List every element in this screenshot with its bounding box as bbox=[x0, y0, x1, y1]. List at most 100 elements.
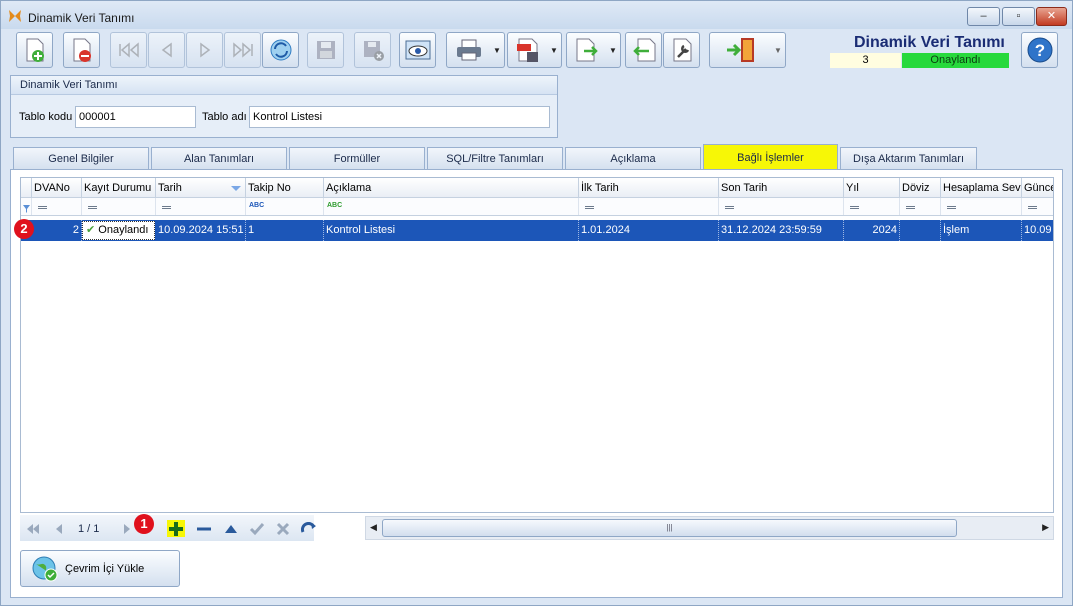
scroll-left-icon[interactable]: ◀ bbox=[370, 522, 377, 533]
table-row[interactable]: 2 ✔ Onaylandı 10.09.2024 15:51 1 Kontrol… bbox=[21, 220, 1053, 241]
cell-tracking-no[interactable]: 1 bbox=[246, 220, 324, 241]
filter-cell[interactable] bbox=[900, 198, 941, 215]
filter-cell[interactable] bbox=[719, 198, 844, 215]
first-record-button[interactable] bbox=[110, 32, 147, 68]
pdf-icon bbox=[516, 38, 538, 62]
column-header[interactable]: Günce bbox=[1022, 178, 1053, 197]
tab-description[interactable]: Açıklama bbox=[565, 147, 701, 169]
help-button[interactable]: ? bbox=[1021, 32, 1058, 68]
column-header-label: Tarih bbox=[158, 182, 182, 194]
table-name-input[interactable]: Kontrol Listesi bbox=[249, 106, 550, 128]
column-header[interactable]: Açıklama bbox=[324, 178, 579, 197]
filter-cell[interactable]: ABC bbox=[246, 198, 324, 215]
prev-icon bbox=[161, 42, 172, 58]
filter-cell[interactable] bbox=[156, 198, 246, 215]
pdf-button[interactable] bbox=[507, 32, 548, 68]
column-header[interactable]: Tarih bbox=[156, 178, 246, 197]
column-header[interactable]: Takip No bbox=[246, 178, 324, 197]
nav-remove-button[interactable] bbox=[195, 520, 213, 537]
globe-icon bbox=[32, 556, 58, 582]
new-record-button[interactable] bbox=[16, 32, 53, 68]
delete-record-button[interactable] bbox=[63, 32, 100, 68]
filter-cell[interactable] bbox=[844, 198, 900, 215]
nav-prev-button[interactable] bbox=[50, 520, 68, 537]
maximize-button[interactable]: ▫ bbox=[1002, 7, 1035, 26]
column-header[interactable]: Yıl bbox=[844, 178, 900, 197]
minus-icon bbox=[197, 527, 211, 530]
cell-currency[interactable] bbox=[900, 220, 941, 241]
tab-general-info[interactable]: Genel Bilgiler bbox=[13, 147, 149, 169]
horizontal-scrollbar[interactable]: ◀ ||| ▶ bbox=[365, 516, 1054, 540]
nav-edit-button[interactable] bbox=[222, 520, 240, 537]
cell-date[interactable]: 10.09.2024 15:51 bbox=[156, 220, 246, 241]
tab-export-definitions[interactable]: Dışa Aktarım Tanımları bbox=[840, 147, 977, 169]
pdf-dropdown[interactable]: ▼ bbox=[547, 32, 562, 68]
cell-record-status[interactable]: ✔ Onaylandı bbox=[82, 221, 155, 240]
column-header[interactable]: Kayıt Durumu bbox=[82, 178, 156, 197]
minimize-button[interactable]: – bbox=[967, 7, 1000, 26]
exit-dropdown[interactable]: ▼ bbox=[771, 32, 786, 68]
save-close-button[interactable] bbox=[354, 32, 391, 68]
exit-icon bbox=[726, 38, 754, 62]
refresh-icon bbox=[270, 39, 291, 61]
cell-end-date[interactable]: 31.12.2024 23:59:59 bbox=[719, 220, 844, 241]
tab-linked-operations[interactable]: Bağlı İşlemler bbox=[703, 144, 838, 170]
tab-formulas[interactable]: Formüller bbox=[289, 147, 425, 169]
export-dropdown[interactable]: ▼ bbox=[606, 32, 621, 68]
data-grid: DVANo Kayıt Durumu Tarih Takip No Açıkla… bbox=[20, 177, 1054, 513]
chevron-down-icon: ▼ bbox=[493, 45, 501, 55]
export-button[interactable] bbox=[566, 32, 607, 68]
tab-sql-filter[interactable]: SQL/Filtre Tanımları bbox=[427, 147, 563, 169]
load-online-button[interactable]: Çevrim İçi Yükle bbox=[20, 550, 180, 587]
settings-icon bbox=[673, 38, 691, 62]
column-header[interactable]: Döviz bbox=[900, 178, 941, 197]
save-button[interactable] bbox=[307, 32, 344, 68]
column-header[interactable]: Hesaplama Sevi bbox=[941, 178, 1022, 197]
equals-icon bbox=[38, 206, 47, 209]
filter-indicator bbox=[21, 198, 32, 215]
exit-button[interactable] bbox=[709, 32, 772, 68]
nav-first-button[interactable] bbox=[23, 520, 41, 537]
table-code-input[interactable]: 000001 bbox=[75, 106, 196, 128]
table-code-label: Tablo kodu bbox=[19, 111, 73, 123]
cell-updated[interactable]: 10.09 bbox=[1022, 220, 1053, 241]
cell-dvano[interactable]: 2 bbox=[32, 220, 82, 241]
equals-icon bbox=[850, 206, 859, 209]
filter-cell[interactable] bbox=[32, 198, 82, 215]
filter-cell[interactable] bbox=[1022, 198, 1053, 215]
cell-year[interactable]: 2024 bbox=[844, 220, 900, 241]
scrollbar-thumb[interactable]: ||| bbox=[382, 519, 957, 537]
last-record-button[interactable] bbox=[224, 32, 261, 68]
record-number: 3 bbox=[830, 53, 901, 68]
print-dropdown[interactable]: ▼ bbox=[490, 32, 505, 68]
filter-icon bbox=[23, 205, 30, 213]
filter-cell[interactable] bbox=[579, 198, 719, 215]
column-header[interactable]: DVANo bbox=[32, 178, 82, 197]
scroll-right-icon[interactable]: ▶ bbox=[1042, 522, 1049, 533]
nav-refresh-button[interactable] bbox=[300, 520, 318, 537]
tab-field-definitions[interactable]: Alan Tanımları bbox=[151, 147, 287, 169]
nav-add-button[interactable] bbox=[167, 520, 185, 537]
status-badge: Onaylandı bbox=[902, 53, 1009, 68]
filter-cell[interactable]: ABC bbox=[324, 198, 579, 215]
import-button[interactable] bbox=[625, 32, 662, 68]
cell-start-date[interactable]: 1.01.2024 bbox=[579, 220, 719, 241]
cell-calc-level[interactable]: İşlem bbox=[941, 220, 1022, 241]
close-button[interactable]: ✕ bbox=[1036, 7, 1067, 26]
triangle-up-icon bbox=[225, 524, 237, 533]
next-icon bbox=[199, 42, 210, 58]
column-header[interactable]: Son Tarih bbox=[719, 178, 844, 197]
nav-cancel-button[interactable] bbox=[274, 520, 292, 537]
column-header[interactable]: İlk Tarih bbox=[579, 178, 719, 197]
nav-confirm-button[interactable] bbox=[248, 520, 266, 537]
title-bar: Dinamik Veri Tanımı – ▫ ✕ bbox=[1, 1, 1072, 29]
next-record-button[interactable] bbox=[186, 32, 223, 68]
previous-record-button[interactable] bbox=[148, 32, 185, 68]
settings-button[interactable] bbox=[663, 32, 700, 68]
preview-button[interactable] bbox=[399, 32, 436, 68]
cell-description[interactable]: Kontrol Listesi bbox=[324, 220, 579, 241]
filter-cell[interactable] bbox=[82, 198, 156, 215]
filter-cell[interactable] bbox=[941, 198, 1022, 215]
refresh-button[interactable] bbox=[262, 32, 299, 68]
print-button[interactable] bbox=[446, 32, 491, 68]
